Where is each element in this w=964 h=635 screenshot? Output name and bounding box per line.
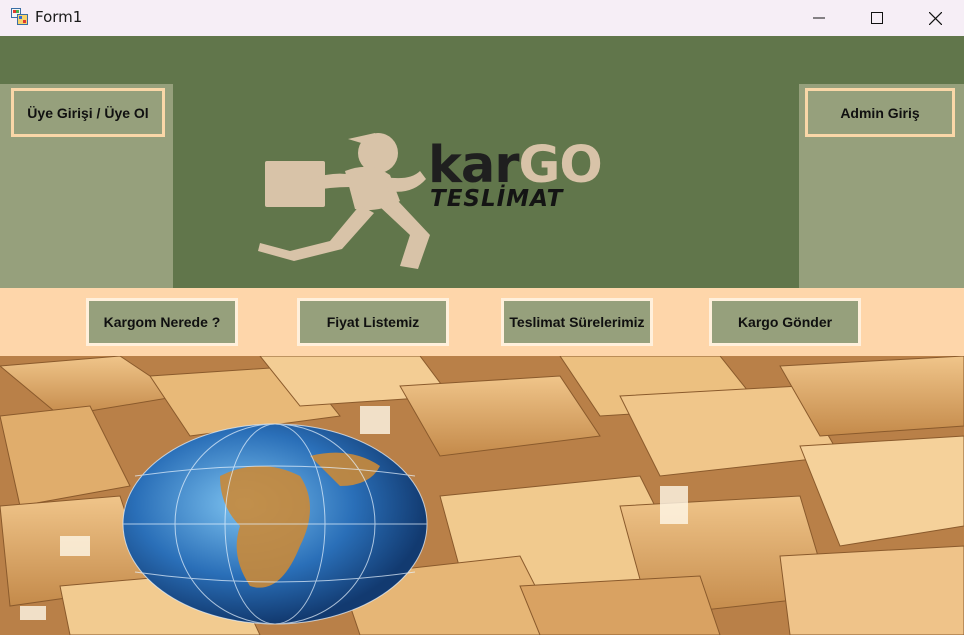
minimize-icon bbox=[813, 17, 825, 19]
minimize-button[interactable] bbox=[790, 0, 848, 36]
admin-login-button[interactable]: Admin Giriş bbox=[805, 88, 955, 137]
app-window: Form1 Üye Girişi / Üye Ol Admin Giriş ka… bbox=[0, 0, 964, 635]
logo-subtitle: TESLİMAT bbox=[430, 186, 564, 212]
price-list-button[interactable]: Fiyat Listemiz bbox=[297, 298, 449, 346]
close-icon bbox=[928, 11, 942, 25]
boxes-illustration bbox=[0, 356, 964, 635]
window-title: Form1 bbox=[35, 8, 83, 26]
form-client-area: Üye Girişi / Üye Ol Admin Giriş karGO TE… bbox=[0, 36, 964, 635]
close-button[interactable] bbox=[906, 0, 964, 36]
track-cargo-button[interactable]: Kargom Nerede ? bbox=[86, 298, 238, 346]
header-banner: Üye Girişi / Üye Ol Admin Giriş karGO TE… bbox=[0, 36, 964, 288]
title-bar: Form1 bbox=[0, 0, 964, 36]
send-cargo-button[interactable]: Kargo Gönder bbox=[709, 298, 861, 346]
delivery-times-button[interactable]: Teslimat Sürelerimiz bbox=[501, 298, 653, 346]
maximize-icon bbox=[871, 12, 883, 24]
nav-bar: Kargom Nerede ? Fiyat Listemiz Teslimat … bbox=[0, 288, 964, 356]
maximize-button[interactable] bbox=[848, 0, 906, 36]
boxes-globe-image bbox=[0, 356, 964, 635]
app-icon bbox=[11, 8, 28, 25]
member-login-button[interactable]: Üye Girişi / Üye Ol bbox=[11, 88, 165, 137]
